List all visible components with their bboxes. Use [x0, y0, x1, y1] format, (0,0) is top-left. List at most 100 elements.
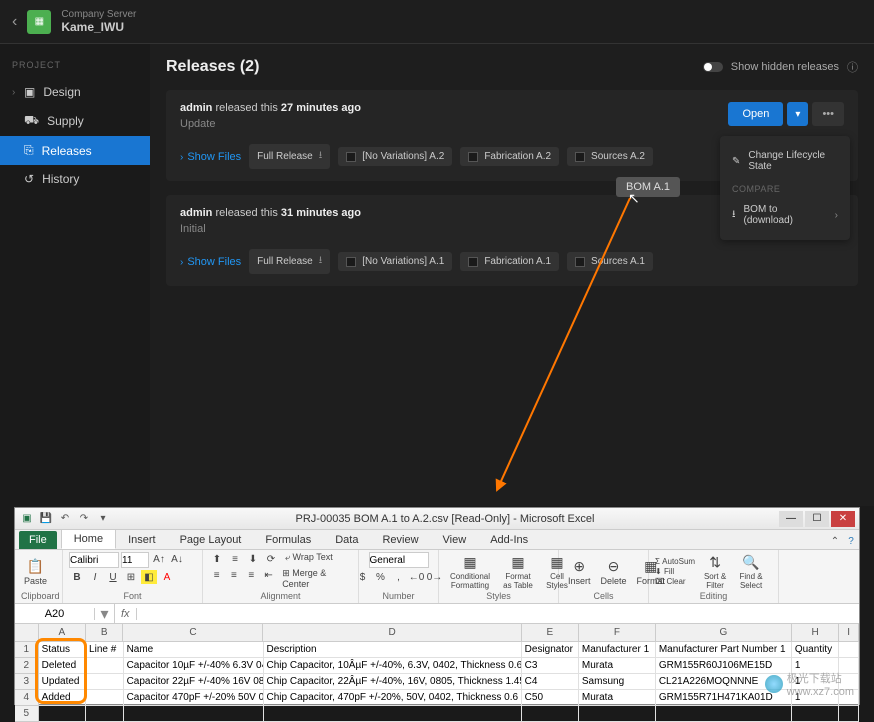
- indent-icon[interactable]: ⇤: [261, 568, 276, 582]
- cell[interactable]: Manufacturer Part Number 1: [656, 642, 792, 658]
- comma-icon[interactable]: ,: [391, 570, 407, 584]
- column-header[interactable]: I: [839, 624, 859, 642]
- format-as-table-button[interactable]: ▦Format as Table: [499, 553, 537, 591]
- insert-cells-button[interactable]: ⊕Insert: [565, 557, 594, 587]
- select-all-corner[interactable]: [15, 624, 39, 642]
- column-header[interactable]: D: [263, 624, 521, 642]
- cell[interactable]: [124, 706, 264, 722]
- increase-font-icon[interactable]: A↑: [151, 552, 167, 566]
- align-bottom-icon[interactable]: ⬇: [245, 552, 261, 566]
- number-format-select[interactable]: [369, 552, 429, 568]
- namebox-dropdown-icon[interactable]: ▾: [95, 604, 115, 624]
- tab-addins[interactable]: Add-Ins: [478, 531, 540, 549]
- cell[interactable]: [656, 706, 792, 722]
- cell[interactable]: Updated: [39, 674, 86, 690]
- help-icon[interactable]: ?: [843, 533, 859, 549]
- cell[interactable]: [39, 706, 86, 722]
- delete-cells-button[interactable]: ⊖Delete: [598, 557, 630, 587]
- minimize-button[interactable]: —: [779, 511, 803, 527]
- tab-page-layout[interactable]: Page Layout: [168, 531, 254, 549]
- tab-formulas[interactable]: Formulas: [253, 531, 323, 549]
- fx-icon[interactable]: fx: [115, 608, 137, 620]
- column-header[interactable]: E: [522, 624, 579, 642]
- conditional-formatting-button[interactable]: ▦Conditional Formatting: [445, 553, 495, 591]
- cell[interactable]: [86, 674, 124, 690]
- cell[interactable]: Quantity: [792, 642, 839, 658]
- fill-color-button[interactable]: ◧: [141, 570, 157, 584]
- cell[interactable]: Manufacturer 1: [579, 642, 656, 658]
- cell[interactable]: [86, 690, 124, 706]
- cell[interactable]: Designator: [522, 642, 579, 658]
- cell[interactable]: C3: [522, 658, 579, 674]
- cell[interactable]: Murata: [579, 658, 656, 674]
- tab-file[interactable]: File: [19, 531, 57, 549]
- row-header[interactable]: 3: [15, 674, 39, 690]
- row-header[interactable]: 4: [15, 690, 39, 706]
- cell[interactable]: Added: [39, 690, 86, 706]
- column-header[interactable]: B: [86, 624, 123, 642]
- percent-icon[interactable]: %: [373, 570, 389, 584]
- currency-icon[interactable]: $: [355, 570, 371, 584]
- menu-bom-download[interactable]: ⭳ BOM to (download) ›: [720, 198, 850, 232]
- cell[interactable]: [839, 642, 859, 658]
- column-header[interactable]: F: [579, 624, 656, 642]
- column-header[interactable]: C: [123, 624, 263, 642]
- tab-insert[interactable]: Insert: [116, 531, 168, 549]
- align-top-icon[interactable]: ⬆: [209, 552, 225, 566]
- orientation-icon[interactable]: ⟳: [263, 552, 279, 566]
- clear-button[interactable]: ⌧ Clear: [655, 577, 695, 586]
- cell[interactable]: Chip Capacitor, 22ÂµF +/-40%, 16V, 0805,…: [264, 674, 522, 690]
- cell[interactable]: [86, 658, 124, 674]
- cell[interactable]: Name: [124, 642, 264, 658]
- fill-button[interactable]: ⬇ Fill: [655, 567, 695, 576]
- cell[interactable]: Line #: [86, 642, 124, 658]
- cell[interactable]: [86, 706, 124, 722]
- cell[interactable]: [792, 706, 839, 722]
- column-header[interactable]: G: [656, 624, 792, 642]
- cell[interactable]: Chip Capacitor, 10ÂµF +/-40%, 6.3V, 0402…: [264, 658, 522, 674]
- cell[interactable]: Capacitor 22µF +/-40% 16V 0805: [124, 674, 264, 690]
- font-size-select[interactable]: [121, 552, 149, 568]
- cell[interactable]: [839, 706, 859, 722]
- excel-icon[interactable]: ▣: [19, 511, 35, 527]
- italic-button[interactable]: I: [87, 570, 103, 584]
- font-color-button[interactable]: A: [159, 570, 175, 584]
- cell[interactable]: C50: [522, 690, 579, 706]
- border-button[interactable]: ⊞: [123, 570, 139, 584]
- row-header[interactable]: 1: [15, 642, 39, 658]
- paste-button[interactable]: 📋Paste: [21, 557, 50, 587]
- row-header[interactable]: 2: [15, 658, 39, 674]
- align-right-icon[interactable]: ≡: [244, 568, 259, 582]
- row-header[interactable]: 5: [15, 706, 39, 722]
- sort-filter-button[interactable]: ⇅Sort & Filter: [699, 553, 731, 591]
- cell[interactable]: Samsung: [579, 674, 656, 690]
- merge-center-button[interactable]: ⊞ Merge & Center: [282, 568, 352, 589]
- column-header[interactable]: H: [792, 624, 839, 642]
- tab-view[interactable]: View: [431, 531, 479, 549]
- maximize-button[interactable]: ☐: [805, 511, 829, 527]
- decrease-font-icon[interactable]: A↓: [169, 552, 185, 566]
- cell[interactable]: Description: [264, 642, 522, 658]
- cell[interactable]: Capacitor 10µF +/-40% 6.3V 0402: [124, 658, 264, 674]
- tab-home[interactable]: Home: [61, 529, 116, 549]
- align-left-icon[interactable]: ≡: [209, 568, 224, 582]
- find-select-button[interactable]: 🔍Find & Select: [735, 553, 767, 591]
- spreadsheet-grid[interactable]: A B C D E F G H I 1StatusLine #NameDescr…: [15, 624, 859, 722]
- menu-change-lifecycle[interactable]: ✎ Change Lifecycle State: [720, 144, 850, 178]
- cell[interactable]: Murata: [579, 690, 656, 706]
- cell[interactable]: [264, 706, 522, 722]
- cell[interactable]: [522, 706, 579, 722]
- name-box[interactable]: A20: [15, 608, 95, 620]
- wrap-text-button[interactable]: ⤶ Wrap Text: [285, 552, 333, 566]
- cell[interactable]: Deleted: [39, 658, 86, 674]
- font-name-select[interactable]: [69, 552, 119, 568]
- column-header[interactable]: A: [39, 624, 86, 642]
- cell[interactable]: Capacitor 470pF +/-20% 50V 0402: [124, 690, 264, 706]
- underline-button[interactable]: U: [105, 570, 121, 584]
- qat-dropdown-icon[interactable]: ▾: [95, 511, 111, 527]
- autosum-button[interactable]: Σ AutoSum: [655, 557, 695, 566]
- close-button[interactable]: ✕: [831, 511, 855, 527]
- align-center-icon[interactable]: ≡: [226, 568, 241, 582]
- undo-icon[interactable]: ↶: [57, 511, 73, 527]
- cell[interactable]: Chip Capacitor, 470pF +/-20%, 50V, 0402,…: [264, 690, 522, 706]
